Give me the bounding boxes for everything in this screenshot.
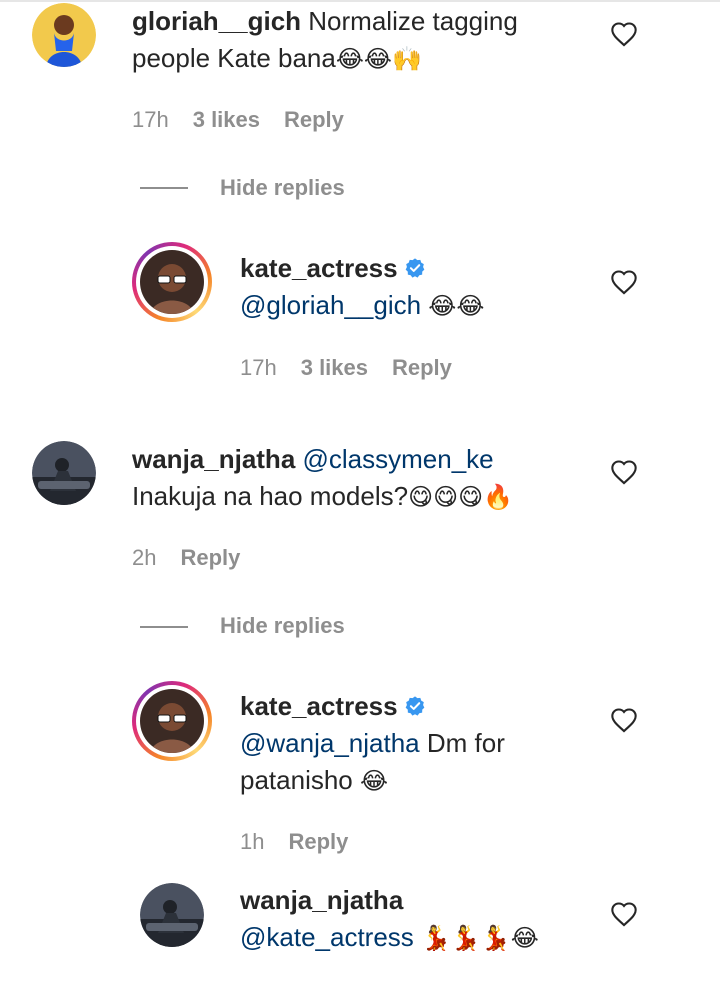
likes-count[interactable]: 3 likes <box>301 355 368 380</box>
mention-link[interactable]: @gloriah__gich <box>240 290 421 320</box>
reply-button[interactable]: Reply <box>288 829 348 854</box>
heart-outline-icon[interactable] <box>610 901 638 927</box>
comment-body: gloriah__gich Normalize tagging people K… <box>132 3 572 78</box>
timestamp: 1h <box>240 829 265 854</box>
comment-text: Inakuja na hao models? <box>132 481 409 511</box>
divider <box>0 0 720 2</box>
timestamp: 17h <box>240 355 277 380</box>
reply-button[interactable]: Reply <box>180 545 240 570</box>
heart-outline-icon[interactable] <box>610 459 638 485</box>
timestamp: 17h <box>132 107 169 132</box>
comment-meta: 17h 3 likes Reply <box>132 107 368 133</box>
emoji-text: 💃💃💃😂 <box>421 925 539 952</box>
comment-body: kate_actress @wanja_njatha Dm for patani… <box>240 688 600 800</box>
avatar-story-ring[interactable] <box>132 242 212 322</box>
username[interactable]: wanja_njatha <box>132 444 295 474</box>
hide-replies-line <box>140 187 188 189</box>
avatar[interactable] <box>140 883 204 947</box>
likes-count[interactable]: 3 likes <box>193 107 260 132</box>
comment-text: Normalize tagging <box>308 6 518 36</box>
timestamp: 2h <box>132 545 157 570</box>
comment-text: patanisho <box>240 765 353 795</box>
comment-meta: 17h 3 likes Reply <box>240 355 476 381</box>
emoji-text: 😂😂🙌 <box>335 46 422 73</box>
username[interactable]: kate_actress <box>240 253 398 283</box>
hide-replies-button[interactable]: Hide replies <box>220 613 345 639</box>
verified-badge-icon <box>405 258 424 278</box>
comment-meta: 2h Reply <box>132 545 264 571</box>
heart-outline-icon[interactable] <box>610 707 638 733</box>
comment-meta: 1h Reply <box>240 829 372 855</box>
heart-outline-icon[interactable] <box>610 21 638 47</box>
comment-text: people Kate bana <box>132 43 336 73</box>
avatar-story-ring[interactable] <box>132 681 212 761</box>
emoji-text: 😂 <box>360 768 389 795</box>
emoji-text: 😋😋😋🔥 <box>408 484 514 511</box>
hide-replies-line <box>140 626 188 628</box>
username[interactable]: kate_actress <box>240 691 398 721</box>
verified-badge-icon <box>405 696 424 716</box>
comment-body: kate_actress @gloriah__gich 😂😂 <box>240 250 600 325</box>
comment-body: wanja_njatha @classymen_ke Inakuja na ha… <box>132 441 592 516</box>
avatar[interactable] <box>32 3 96 67</box>
reply-button[interactable]: Reply <box>284 107 344 132</box>
reply-button[interactable]: Reply <box>392 355 452 380</box>
username[interactable]: wanja_njatha <box>240 885 403 915</box>
hide-replies-button[interactable]: Hide replies <box>220 175 345 201</box>
mention-link[interactable]: @wanja_njatha <box>240 728 420 758</box>
comment-text: Dm for <box>426 728 505 758</box>
mention-link[interactable]: @classymen_ke <box>303 444 494 474</box>
comments-thread: gloriah__gich Normalize tagging people K… <box>0 0 720 986</box>
mention-link[interactable]: @kate_actress <box>240 922 414 952</box>
username[interactable]: gloriah__gich <box>132 6 301 36</box>
heart-outline-icon[interactable] <box>610 269 638 295</box>
emoji-text: 😂😂 <box>428 293 485 320</box>
avatar[interactable] <box>32 441 96 505</box>
comment-body: wanja_njatha @kate_actress 💃💃💃😂 <box>240 882 600 957</box>
